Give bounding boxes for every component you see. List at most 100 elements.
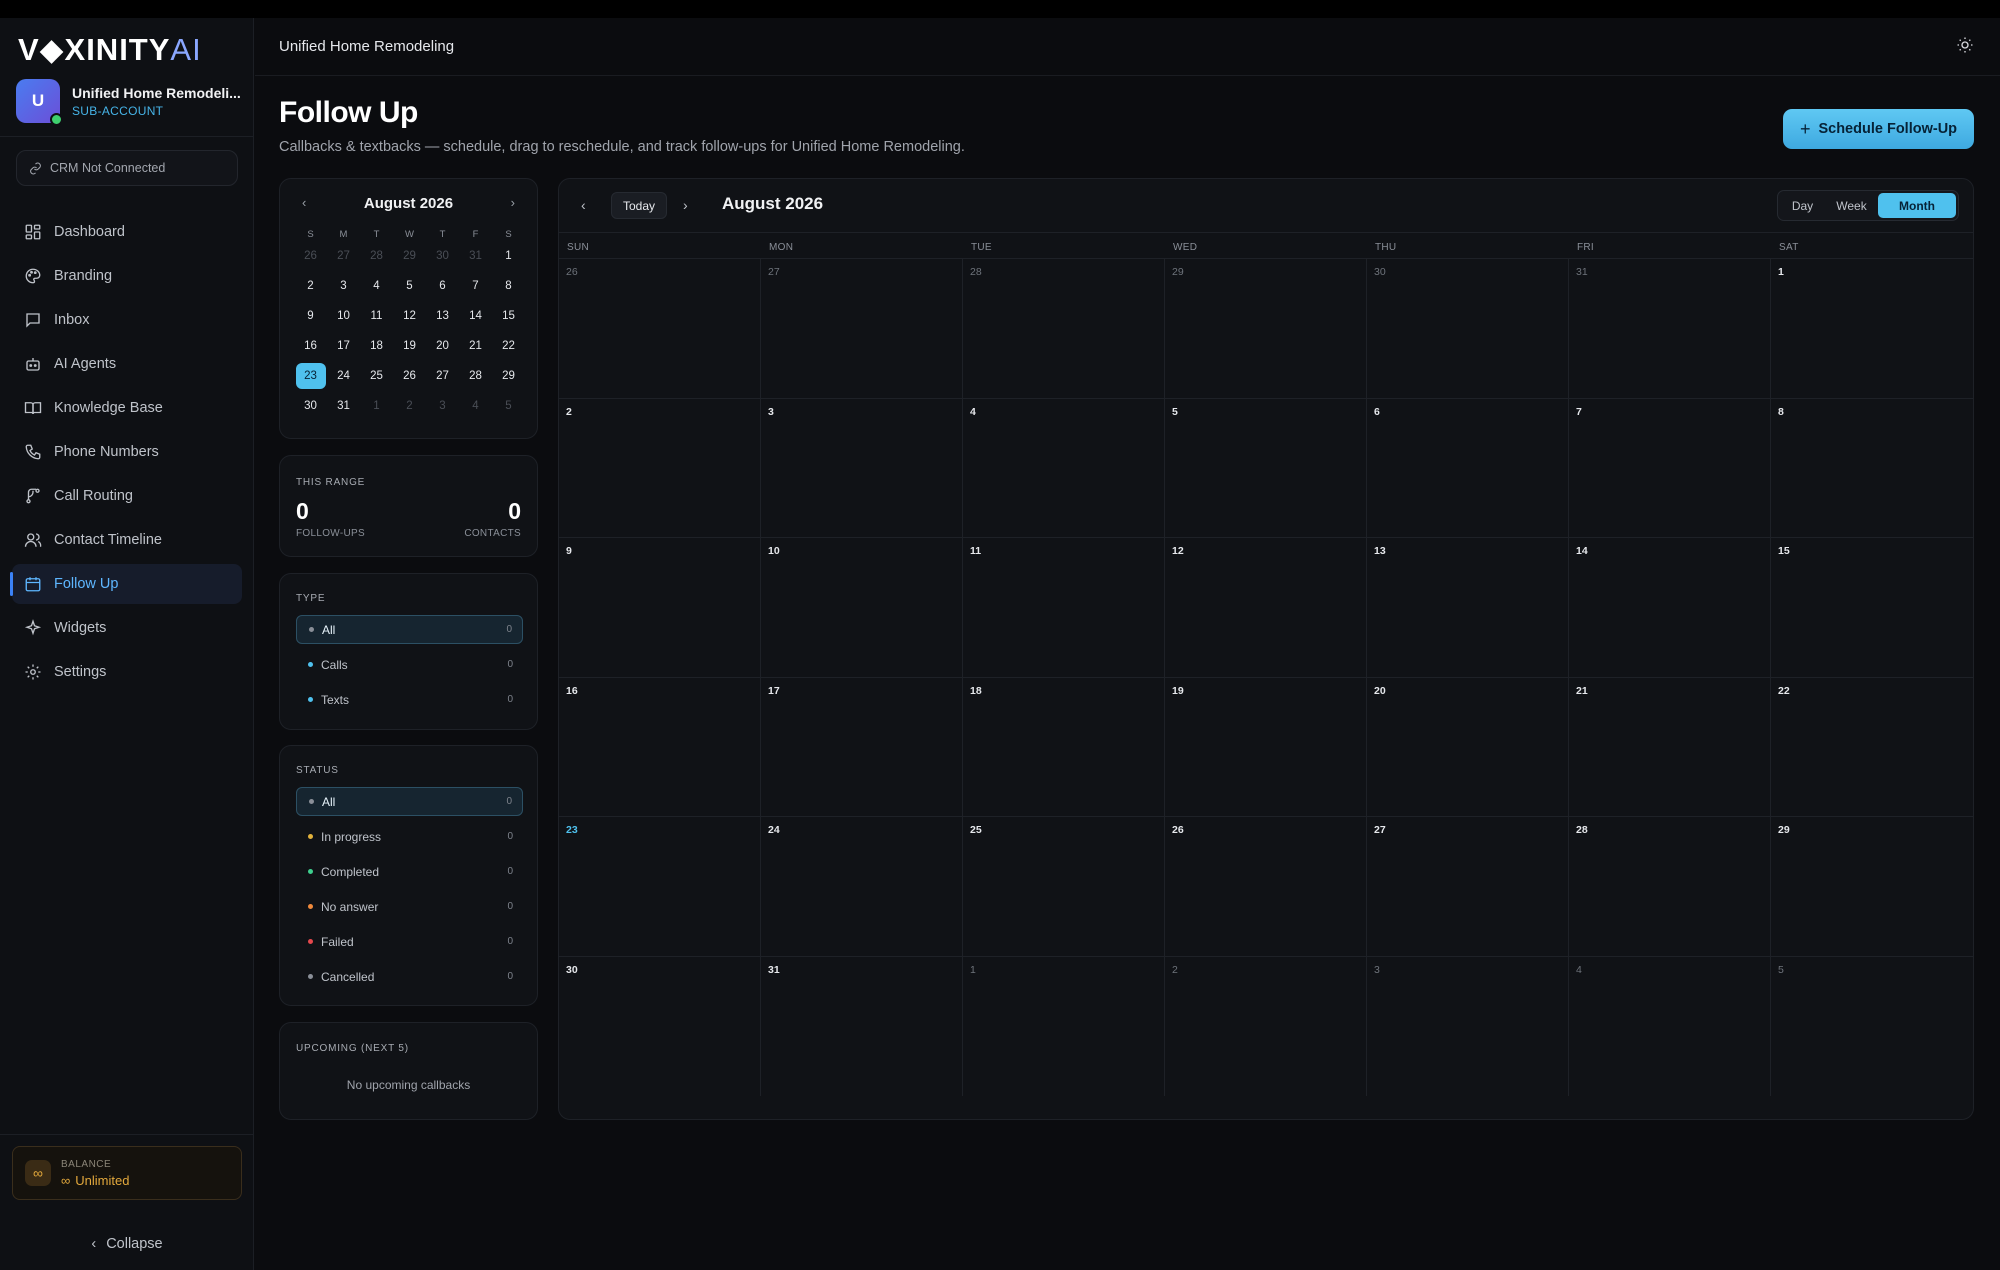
mini-day[interactable]: 6 — [426, 271, 459, 301]
mini-next-month-icon[interactable]: › — [511, 195, 515, 210]
mini-day[interactable]: 8 — [492, 271, 525, 301]
mini-day[interactable]: 15 — [492, 301, 525, 331]
mini-day[interactable]: 4 — [459, 391, 492, 421]
calendar-day-cell[interactable]: 29 — [1165, 259, 1367, 398]
crm-status-button[interactable]: CRM Not Connected — [16, 150, 238, 186]
calendar-day-cell[interactable]: 28 — [963, 259, 1165, 398]
mini-day[interactable]: 26 — [294, 241, 327, 271]
mini-day[interactable]: 16 — [294, 331, 327, 361]
calendar-day-cell[interactable]: 1 — [963, 956, 1165, 1096]
mini-day[interactable]: 29 — [492, 361, 525, 391]
calendar-day-cell[interactable]: 5 — [1165, 398, 1367, 537]
mini-day[interactable]: 14 — [459, 301, 492, 331]
mini-day[interactable]: 12 — [393, 301, 426, 331]
sidebar-item-settings[interactable]: Settings — [12, 652, 242, 692]
schedule-follow-up-button[interactable]: + Schedule Follow-Up — [1783, 109, 1974, 149]
calendar-day-cell[interactable]: 2 — [559, 398, 761, 537]
mini-day[interactable]: 31 — [327, 391, 360, 421]
calendar-day-cell[interactable]: 20 — [1367, 677, 1569, 816]
mini-day[interactable]: 27 — [327, 241, 360, 271]
balance-card[interactable]: ∞ BALANCE ∞ Unlimited — [12, 1146, 242, 1200]
today-button[interactable]: Today — [611, 192, 667, 219]
calendar-day-cell[interactable]: 28 — [1569, 817, 1771, 956]
sidebar-item-phone-numbers[interactable]: Phone Numbers — [12, 432, 242, 472]
account-switcher[interactable]: U Unified Home Remodeli... SUB-ACCOUNT — [16, 78, 246, 126]
mini-day[interactable]: 5 — [393, 271, 426, 301]
calendar-day-cell[interactable]: 26 — [559, 259, 761, 398]
mini-day[interactable]: 1 — [360, 391, 393, 421]
mini-day-today[interactable]: 23 — [294, 361, 327, 391]
filter-all[interactable]: All 0 — [296, 787, 523, 816]
calendar-day-cell[interactable]: 12 — [1165, 538, 1367, 677]
calendar-day-cell[interactable]: 22 — [1771, 678, 1973, 817]
mini-day[interactable]: 24 — [327, 361, 360, 391]
calendar-day-cell[interactable]: 31 — [1569, 259, 1771, 398]
mini-day[interactable]: 4 — [360, 271, 393, 301]
next-month-icon[interactable]: › — [683, 197, 688, 213]
calendar-day-cell[interactable]: 15 — [1771, 538, 1973, 677]
calendar-day-cell[interactable]: 17 — [761, 677, 963, 816]
calendar-day-cell[interactable]: 14 — [1569, 538, 1771, 677]
sidebar-item-knowledge-base[interactable]: Knowledge Base — [12, 388, 242, 428]
calendar-day-cell[interactable]: 19 — [1165, 677, 1367, 816]
mini-day[interactable]: 2 — [393, 391, 426, 421]
calendar-day-cell[interactable]: 2 — [1165, 956, 1367, 1096]
mini-day[interactable]: 7 — [459, 271, 492, 301]
calendar-day-cell[interactable]: 29 — [1771, 817, 1973, 956]
calendar-day-cell[interactable]: 3 — [1367, 956, 1569, 1096]
mini-day[interactable]: 29 — [393, 241, 426, 271]
mini-day[interactable]: 3 — [426, 391, 459, 421]
collapse-button[interactable]: ‹ Collapse — [0, 1236, 254, 1252]
sidebar-item-branding[interactable]: Branding — [12, 256, 242, 296]
mini-day[interactable]: 17 — [327, 331, 360, 361]
filter-calls[interactable]: Calls 0 — [296, 650, 523, 679]
mini-day[interactable]: 5 — [492, 391, 525, 421]
calendar-day-cell[interactable]: 30 — [559, 956, 761, 1096]
calendar-day-cell[interactable]: 4 — [1569, 956, 1771, 1096]
sidebar-item-follow-up[interactable]: Follow Up — [10, 564, 242, 604]
calendar-day-cell[interactable]: 10 — [761, 538, 963, 677]
mini-day[interactable]: 30 — [294, 391, 327, 421]
filter-failed[interactable]: Failed 0 — [296, 927, 523, 956]
mini-day[interactable]: 26 — [393, 361, 426, 391]
mini-day[interactable]: 31 — [459, 241, 492, 271]
mini-day[interactable]: 10 — [327, 301, 360, 331]
calendar-day-cell[interactable]: 3 — [761, 398, 963, 537]
filter-all[interactable]: All 0 — [296, 615, 523, 644]
mini-day[interactable]: 28 — [459, 361, 492, 391]
calendar-day-cell[interactable]: 18 — [963, 677, 1165, 816]
sidebar-item-call-routing[interactable]: Call Routing — [12, 476, 242, 516]
calendar-day-cell[interactable]: 8 — [1771, 399, 1973, 538]
filter-completed[interactable]: Completed 0 — [296, 857, 523, 886]
filter-in-progress[interactable]: In progress 0 — [296, 822, 523, 851]
view-month-button[interactable]: Month — [1878, 193, 1956, 218]
mini-day[interactable]: 21 — [459, 331, 492, 361]
sidebar-item-ai-agents[interactable]: AI Agents — [12, 344, 242, 384]
calendar-day-cell[interactable]: 25 — [963, 817, 1165, 956]
mini-day[interactable]: 28 — [360, 241, 393, 271]
view-day-button[interactable]: Day — [1780, 193, 1825, 218]
mini-day[interactable]: 20 — [426, 331, 459, 361]
mini-day[interactable]: 2 — [294, 271, 327, 301]
prev-month-icon[interactable]: ‹ — [581, 197, 586, 213]
calendar-day-cell[interactable]: 9 — [559, 538, 761, 677]
mini-day[interactable]: 30 — [426, 241, 459, 271]
calendar-day-cell[interactable]: 1 — [1771, 259, 1973, 398]
sidebar-item-inbox[interactable]: Inbox — [12, 300, 242, 340]
mini-day[interactable]: 3 — [327, 271, 360, 301]
view-week-button[interactable]: Week — [1825, 193, 1878, 218]
mini-day[interactable]: 13 — [426, 301, 459, 331]
sidebar-item-dashboard[interactable]: Dashboard — [12, 212, 242, 252]
mini-day[interactable]: 27 — [426, 361, 459, 391]
mini-day[interactable]: 25 — [360, 361, 393, 391]
calendar-day-cell[interactable]: 30 — [1367, 259, 1569, 398]
calendar-day-cell[interactable]: 7 — [1569, 398, 1771, 537]
brand-logo[interactable]: V◆XINITYAI — [18, 32, 202, 68]
calendar-day-cell[interactable]: 6 — [1367, 398, 1569, 537]
filter-no-answer[interactable]: No answer 0 — [296, 892, 523, 921]
theme-toggle-sun-icon[interactable] — [1956, 36, 1974, 59]
calendar-day-cell[interactable]: 13 — [1367, 538, 1569, 677]
mini-day[interactable]: 1 — [492, 241, 525, 271]
mini-day[interactable]: 11 — [360, 301, 393, 331]
calendar-day-cell[interactable]: 21 — [1569, 677, 1771, 816]
